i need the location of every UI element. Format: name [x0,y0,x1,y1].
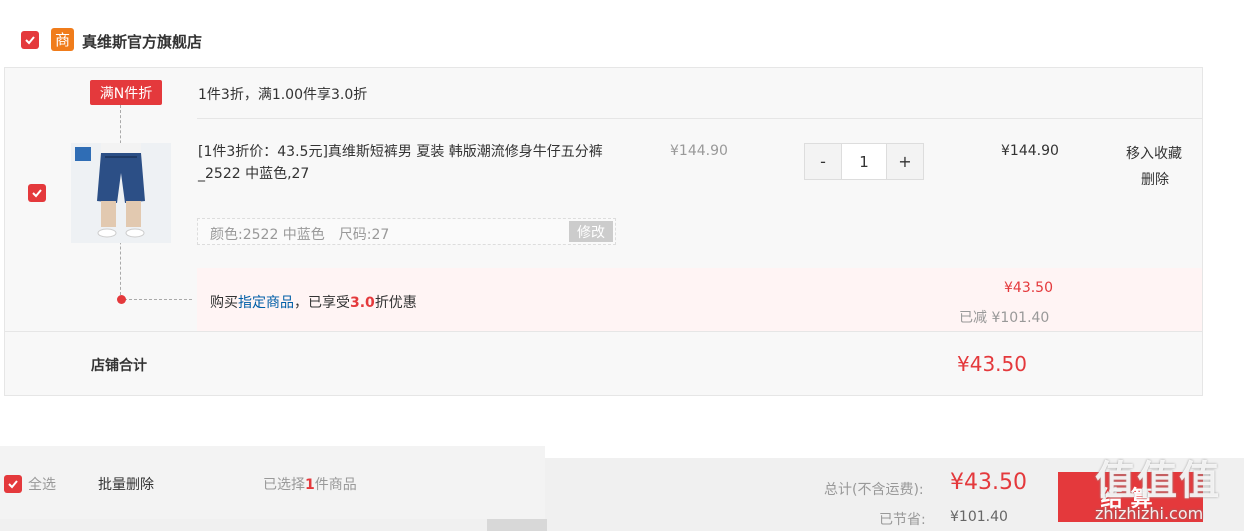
promo-saved: 已减 ¥101.40 [959,310,1050,326]
check-icon [32,189,42,198]
shop-name[interactable]: 真维斯官方旗舰店 [82,31,202,52]
unit-price: ¥144.90 [670,143,728,159]
divider [5,331,1202,332]
designated-products-link[interactable]: 指定商品 [238,295,294,311]
increase-quantity-button[interactable]: + [887,144,923,179]
item-subtotal: ¥144.90 [1001,143,1059,159]
promo-description: 1件3折，满1.00件享3.0折 [198,87,368,103]
shop-badge-icon: 商 [51,28,74,51]
quantity-input[interactable]: 1 [841,144,887,179]
decrease-quantity-button[interactable]: - [805,144,841,179]
watermark-url: zhizhizhi.com [1095,504,1204,523]
select-all-label[interactable]: 全选 [28,474,56,494]
shop-total-amount: ¥43.50 [957,352,1027,376]
promo-suffix: 折优惠 [374,295,417,311]
selected-suffix: 件商品 [314,477,357,493]
product-title[interactable]: [1件3折价：43.5元]真维斯短裤男 夏装 韩版潮流修身牛仔五分裤_2522 … [198,141,618,185]
move-to-favorites-link[interactable]: 移入收藏 [1126,143,1182,163]
promo-prefix: 购买 [210,295,238,311]
divider [197,118,1202,119]
bar-shadow [487,519,547,531]
shop-total-label: 店铺合计 [91,358,147,374]
promo-price: ¥43.50 [1004,280,1053,296]
batch-delete-button[interactable]: 批量删除 [98,474,154,494]
promo-discount: 3.0 [350,295,375,311]
jeans-shorts-image [71,143,171,243]
promo-result-message: 购买指定商品，已享受3.0折优惠 [210,292,417,312]
check-icon [25,36,35,45]
quantity-stepper: - 1 + [804,143,924,180]
shop-checkbox[interactable] [21,31,39,49]
item-checkbox[interactable] [28,184,46,202]
promo-middle: ，已享受 [294,295,350,311]
selected-prefix: 已选择 [263,477,305,493]
select-all-checkbox[interactable] [4,475,22,493]
saved-label: 已节省: [879,512,926,528]
product-attributes: 颜色:2522 中蓝色 尺码:27 [210,227,390,243]
edit-attributes-button[interactable]: 修改 [569,221,613,242]
check-icon [8,480,18,489]
selected-count: 1 [305,477,315,493]
total-amount: ¥43.50 [950,470,1027,495]
product-image[interactable] [71,143,171,243]
saved-amount: ¥101.40 [950,509,1008,525]
delete-item-link[interactable]: 删除 [1141,169,1169,189]
promo-tag: 满N件折 [90,80,162,105]
watermark-logo: 值值值 [1095,458,1221,504]
promo-connector-line [124,299,192,300]
promo-connector-dot [117,295,126,304]
selected-count-info: 已选择1件商品 [263,474,357,494]
total-label: 总计(不含运费): [824,482,924,498]
